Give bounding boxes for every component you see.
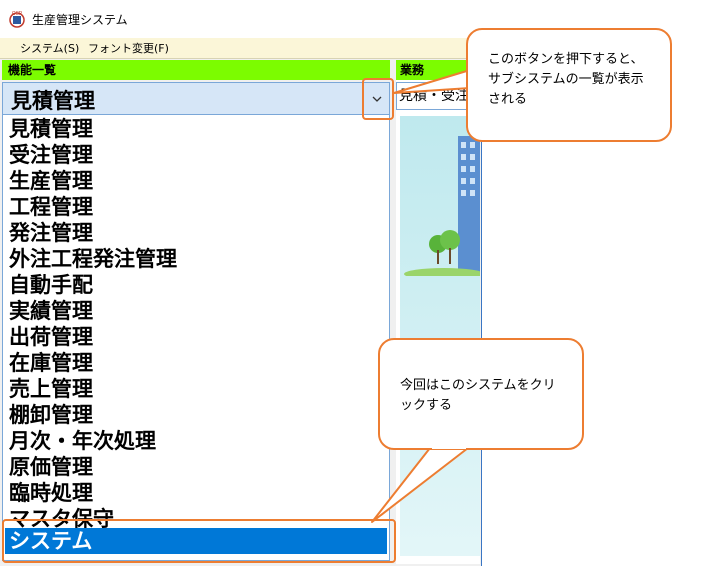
callout-joint-cover bbox=[432, 72, 473, 449]
